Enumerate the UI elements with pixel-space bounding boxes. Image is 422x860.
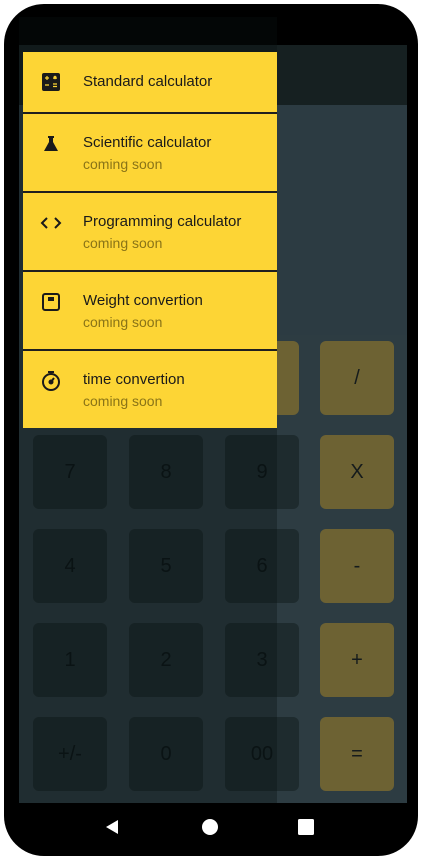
equals-button[interactable]: = (320, 717, 394, 791)
plus-button[interactable]: + (320, 623, 394, 697)
drawer-item-subtitle: coming soon (83, 156, 163, 172)
phone-frame: ator / 7 8 9 X 4 5 6 - 1 2 3 + +/- 0 00 … (4, 4, 418, 856)
timer-icon (39, 369, 63, 393)
drawer-item-scientific[interactable]: Scientific calculator coming soon (23, 114, 277, 191)
drawer-item-subtitle: coming soon (83, 235, 163, 251)
minus-button[interactable]: - (320, 529, 394, 603)
back-icon[interactable] (100, 815, 124, 839)
drawer-item-subtitle: coming soon (83, 393, 163, 409)
home-icon[interactable] (198, 815, 222, 839)
calculator-icon (39, 70, 63, 94)
multiply-button[interactable]: X (320, 435, 394, 509)
drawer-item-title: Weight convertion (83, 292, 203, 309)
drawer-item-weight[interactable]: Weight convertion coming soon (23, 272, 277, 349)
system-nav-bar (4, 803, 418, 856)
divide-button[interactable]: / (320, 341, 394, 415)
drawer-item-standard[interactable]: Standard calculator (23, 52, 277, 112)
flask-icon (39, 132, 63, 156)
drawer-item-title: time convertion (83, 371, 185, 388)
app-screen: ator / 7 8 9 X 4 5 6 - 1 2 3 + +/- 0 00 … (19, 17, 407, 803)
drawer-item-title: Scientific calculator (83, 134, 212, 151)
drawer-item-time[interactable]: time convertion coming soon (23, 351, 277, 428)
drawer-item-programming[interactable]: Programming calculator coming soon (23, 193, 277, 270)
scale-icon (39, 290, 63, 314)
code-icon (39, 211, 63, 235)
drawer-item-subtitle: coming soon (83, 314, 163, 330)
drawer-item-title: Programming calculator (83, 213, 242, 230)
recents-icon[interactable] (294, 815, 318, 839)
drawer-item-title: Standard calculator (83, 73, 213, 90)
